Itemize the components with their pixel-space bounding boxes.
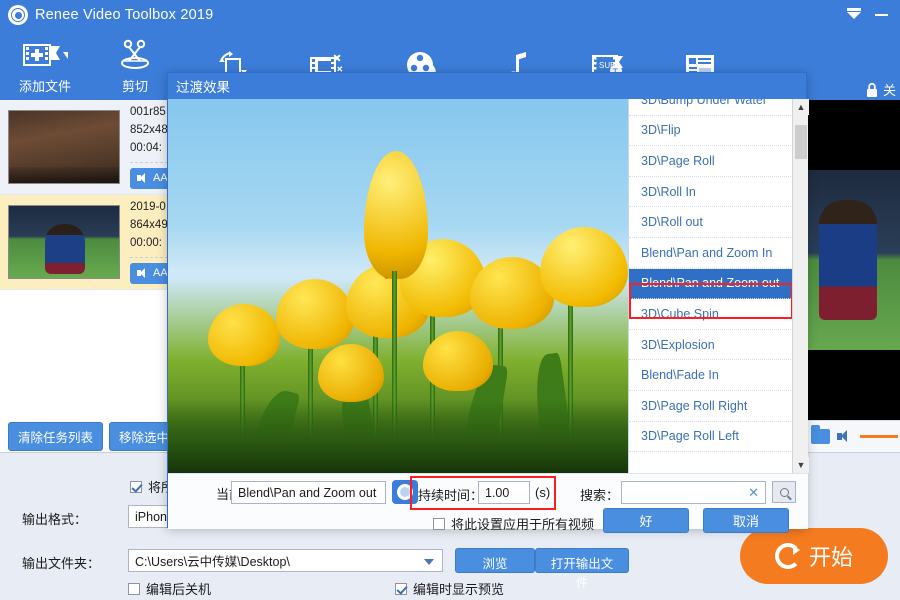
- checkbox-label: 编辑后关机: [146, 582, 212, 597]
- magnifier-glyph: [779, 487, 789, 497]
- output-folder-label: 输出文件夹：: [22, 556, 101, 571]
- chevron-down-icon[interactable]: [847, 7, 861, 19]
- transition-list-item-label: 3D\Bump Under Water: [641, 99, 767, 107]
- transition-list-item-label: 3D\Roll In: [641, 184, 696, 199]
- transition-list-item-label: 3D\Explosion: [641, 337, 715, 352]
- current-transition-input[interactable]: Blend\Pan and Zoom out: [231, 481, 386, 504]
- speaker-icon: [137, 268, 149, 279]
- title-bar: Renee Video Toolbox 2019: [0, 0, 900, 30]
- scissors-icon: [118, 37, 152, 73]
- open-output-folder-button[interactable]: 打开输出文件: [535, 548, 629, 590]
- video-thumbnail: [8, 205, 120, 279]
- browse-button[interactable]: 浏览: [455, 548, 535, 573]
- selection-highlight: [629, 283, 793, 319]
- checkbox-box[interactable]: [128, 582, 140, 595]
- search-icon[interactable]: [772, 481, 796, 503]
- checkbox-box[interactable]: [395, 582, 407, 595]
- refresh-icon: [774, 543, 801, 569]
- clear-x-icon[interactable]: ✕: [748, 485, 759, 501]
- checkbox-box[interactable]: [433, 517, 445, 530]
- duration-label: 持续时间：: [418, 488, 484, 503]
- speaker-icon: [137, 173, 149, 184]
- output-format-label: 输出格式：: [22, 512, 88, 527]
- transition-list-item-label: 3D\Page Roll: [641, 153, 715, 168]
- clear-task-list-button[interactable]: 清除任务列表: [8, 421, 104, 451]
- checkbox-label: 编辑时显示预览: [413, 582, 505, 597]
- chevron-down-icon[interactable]: ▼: [793, 457, 809, 473]
- transition-list-item[interactable]: 3D\Flip: [629, 116, 793, 147]
- duration-unit-label: (s): [535, 485, 551, 500]
- transition-list-item[interactable]: Blend\Pan and Zoom In: [629, 238, 793, 269]
- audio-codec-label: AA: [153, 266, 168, 279]
- transition-list-item[interactable]: 3D\Bump Under Water: [629, 99, 793, 116]
- transition-list-item-label: Blend\Fade In: [641, 368, 719, 383]
- lock-label: 关: [882, 83, 896, 98]
- application-window: Renee Video Toolbox 2019 添加文件 剪切 SUB 关 0…: [0, 0, 900, 600]
- search-input[interactable]: ✕: [621, 481, 766, 504]
- minimize-icon[interactable]: [875, 14, 888, 16]
- transition-list-item-label: 3D\Roll out: [641, 215, 703, 230]
- show-preview-checkbox[interactable]: 编辑时显示预览: [395, 579, 504, 598]
- preview-controls: [805, 420, 900, 452]
- chevron-up-icon[interactable]: ▲: [793, 99, 809, 115]
- transition-list-item-label: 3D\Page Roll Left: [641, 429, 739, 444]
- ok-button[interactable]: 好: [603, 508, 689, 533]
- transition-list-item-label: 3D\Flip: [641, 123, 681, 138]
- apply-all-checkbox[interactable]: 将此设置应用于所有视频: [433, 514, 594, 533]
- checkbox-label: 将此设置应用于所有视频: [451, 517, 595, 532]
- lock-icon: [866, 82, 877, 97]
- transition-list-item[interactable]: 3D\Explosion: [629, 330, 793, 361]
- dialog-footer: 当前： Blend\Pan and Zoom out 持续时间： 1.00 (s…: [168, 473, 808, 533]
- transition-list-item-label: 3D\Page Roll Right: [641, 398, 748, 413]
- toolbar-item-label: 剪切: [121, 79, 148, 94]
- chevron-down-icon: [424, 558, 434, 565]
- dialog-title-bar: 过渡效果 close-icon: [168, 73, 806, 99]
- start-button-label: 开始: [808, 545, 853, 570]
- folder-icon[interactable]: [811, 425, 830, 444]
- current-transition-value: Blend\Pan and Zoom out: [238, 485, 377, 500]
- output-folder-row: 输出文件夹：: [22, 553, 100, 572]
- checkbox-box[interactable]: [130, 480, 142, 493]
- transition-list-item[interactable]: 3D\Roll In: [629, 177, 793, 208]
- duration-input[interactable]: 1.00: [478, 481, 530, 504]
- transition-list-item[interactable]: Blend\Fade In: [629, 360, 793, 391]
- dialog-title: 过渡效果: [176, 80, 230, 95]
- duration-row: 持续时间：: [418, 485, 483, 504]
- start-button[interactable]: 开始: [740, 528, 888, 584]
- video-thumbnail: [8, 110, 120, 184]
- output-format-row: 输出格式：: [22, 509, 87, 528]
- transition-list-item[interactable]: 3D\Page Roll Left: [629, 422, 793, 453]
- transition-list-item[interactable]: 3D\Page Roll Right: [629, 391, 793, 422]
- duration-value: 1.00: [485, 485, 510, 500]
- add-file-icon: [22, 37, 68, 73]
- speaker-icon[interactable]: [837, 430, 853, 443]
- transition-list-item-label: Blend\Pan and Zoom In: [641, 245, 773, 260]
- preview-frame: [805, 170, 900, 350]
- dialog-body: 3D\Bump Under Water 3D\Flip 3D\Page Roll 3D…: [168, 99, 809, 473]
- output-folder-value: C:\Users\云中传媒\Desktop\: [135, 555, 290, 569]
- video-preview-panel[interactable]: [805, 100, 900, 420]
- transition-list-item[interactable]: 3D\Roll out: [629, 207, 793, 238]
- audio-codec-label: AA: [153, 171, 168, 184]
- cancel-button[interactable]: 取消: [703, 508, 789, 533]
- search-row: 搜索：: [580, 485, 619, 504]
- search-label: 搜索：: [580, 488, 620, 503]
- film-reel-icon: [8, 5, 28, 25]
- volume-slider[interactable]: [860, 435, 898, 438]
- toolbar-item-label: 添加文件: [18, 79, 71, 94]
- lock-status[interactable]: 关: [865, 80, 896, 99]
- scrollbar-thumb[interactable]: [795, 125, 807, 159]
- shutdown-after-checkbox[interactable]: 编辑后关机: [128, 579, 211, 598]
- transition-list-scrollbar[interactable]: ▲ ▼: [792, 99, 809, 473]
- transition-list-pane: 3D\Bump Under Water 3D\Flip 3D\Page Roll 3D…: [628, 99, 809, 473]
- window-controls: [847, 7, 900, 19]
- transition-preview-image: [168, 99, 628, 473]
- duration-unit: (s): [535, 485, 550, 500]
- toolbar-item-add-file[interactable]: 添加文件: [0, 34, 90, 98]
- output-folder-input[interactable]: C:\Users\云中传媒\Desktop\: [128, 549, 443, 572]
- transition-list-item[interactable]: 3D\Page Roll: [629, 146, 793, 177]
- transition-effects-dialog: 过渡效果 close-icon: [167, 72, 809, 533]
- app-title: Renee Video Toolbox 2019: [35, 7, 214, 23]
